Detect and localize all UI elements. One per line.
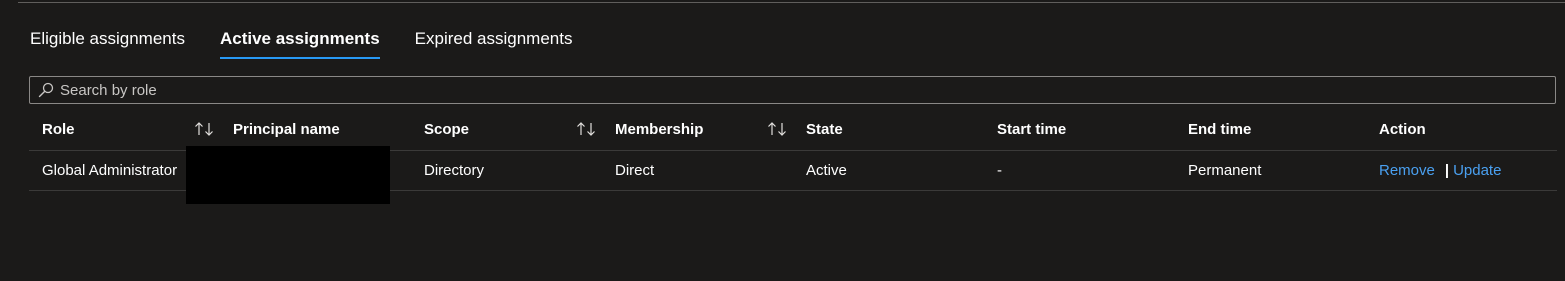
column-header-label: End time [1188, 120, 1252, 138]
table-header-row: Role Principal name Scope Membership Sta… [29, 108, 1557, 151]
cell-action: Remove | Update [1366, 162, 1557, 179]
tab-active-assignments[interactable]: Active assignments [219, 28, 380, 59]
cell-end-time: Permanent [1188, 162, 1262, 179]
column-header-principal-name: Principal name [220, 108, 411, 150]
cell-start-time: - [997, 162, 1002, 179]
column-header-start-time: Start time [984, 108, 1175, 150]
search-box[interactable] [29, 76, 1556, 104]
cell-state: Active [806, 162, 847, 179]
column-header-label: Start time [997, 120, 1067, 138]
column-header-label: State [806, 120, 843, 138]
search-icon [38, 82, 54, 98]
action-separator: | [1444, 162, 1450, 179]
column-header-state: State [793, 108, 984, 150]
column-header-end-time: End time [1175, 108, 1366, 150]
column-header-label: Role [42, 120, 75, 138]
update-link[interactable]: Update [1453, 162, 1501, 179]
column-header-label: Scope [424, 120, 470, 138]
tab-expired-assignments[interactable]: Expired assignments [415, 28, 573, 59]
sort-icon[interactable] [194, 121, 216, 137]
column-header-scope[interactable]: Scope [411, 108, 602, 150]
column-header-role[interactable]: Role [29, 108, 220, 150]
column-header-label: Membership [615, 120, 704, 138]
column-header-label: Principal name [233, 120, 340, 138]
column-header-membership[interactable]: Membership [602, 108, 793, 150]
remove-link[interactable]: Remove [1379, 162, 1435, 179]
sort-icon[interactable] [767, 121, 789, 137]
search-input[interactable] [60, 78, 1555, 102]
assignment-tabs: Eligible assignments Active assignments … [30, 28, 607, 62]
tab-eligible-assignments[interactable]: Eligible assignments [30, 28, 185, 59]
column-header-label: Action [1379, 120, 1426, 138]
column-header-action: Action [1366, 108, 1557, 150]
redacted-principal-name [186, 146, 390, 204]
cell-scope: Directory [424, 162, 485, 179]
sort-icon[interactable] [576, 121, 598, 137]
cell-membership: Direct [615, 162, 655, 179]
top-divider [18, 2, 1565, 3]
